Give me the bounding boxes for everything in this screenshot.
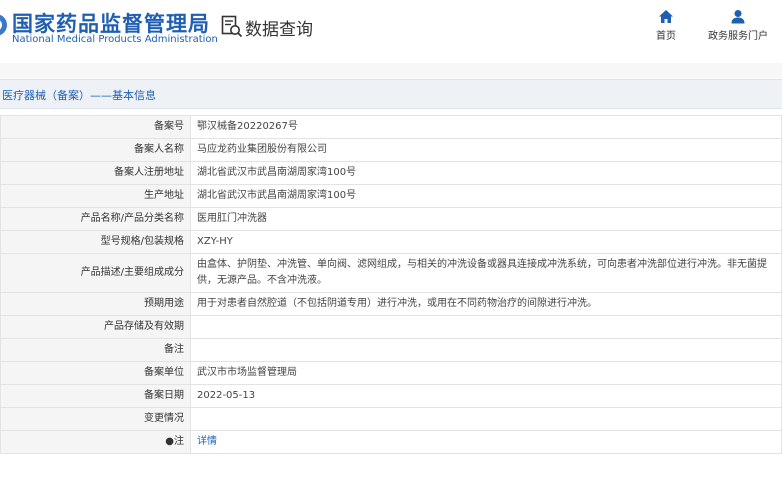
field-value: 湖北省武汉市武昌南湖周家湾100号 [190,184,782,208]
field-value [190,338,782,362]
nav-portal-label: 政务服务门户 [708,31,768,42]
emblem-icon [0,14,7,36]
field-value: 湖北省武汉市武昌南湖周家湾100号 [190,161,782,185]
table-row: 备案人注册地址 湖北省武汉市武昌南湖周家湾100号 [0,161,782,185]
table-row: 变更情况 [0,407,782,431]
user-icon [731,10,745,24]
home-icon [659,10,673,23]
details-link[interactable]: 详情 [197,436,217,447]
field-label: 生产地址 [0,184,191,208]
field-label: 产品存储及有效期 [0,315,191,339]
nav-service-portal[interactable]: 政务服务门户 [702,9,774,42]
table-row: 型号规格/包装规格 XZY-HY [0,230,782,254]
nav-home-label: 首页 [656,31,676,42]
field-label: 备案人名称 [0,138,191,162]
table-row: 产品名称/产品分类名称 医用肛门冲洗器 [0,207,782,231]
field-label: 型号规格/包装规格 [0,230,191,254]
field-value: 由盒体、护阴垫、冲洗管、单向阀、滤网组成，与相关的冲洗设备或器具连接成冲洗系统，… [190,253,782,293]
note-label: 注 [174,436,184,447]
field-label: 变更情况 [0,407,191,431]
field-label: 备案号 [0,115,191,139]
breadcrumb: 医疗器械（备案）——基本信息 [0,79,782,109]
table-row: 产品存储及有效期 [0,315,782,339]
record-detail-table: 备案号 鄂汉械备20220267号 备案人名称 马应龙药业集团股份有限公司 备案… [0,115,782,454]
table-row: 备案号 鄂汉械备20220267号 [0,115,782,139]
table-row: ●注 详情 [0,430,782,454]
field-value: XZY-HY [190,230,782,254]
field-value: 用于对患者自然腔道（不包括阴道专用）进行冲洗，或用在不同药物治疗的间隙进行冲洗。 [190,292,782,316]
breadcrumb-text[interactable]: 医疗器械（备案）——基本信息 [2,87,156,103]
table-row: 产品描述/主要组成成分 由盒体、护阴垫、冲洗管、单向阀、滤网组成，与相关的冲洗设… [0,253,782,293]
site-title-en[interactable]: National Medical Products Administration [12,34,218,45]
field-label: 备案单位 [0,361,191,385]
field-label: 备案人注册地址 [0,161,191,185]
field-label: 产品名称/产品分类名称 [0,207,191,231]
field-value: 马应龙药业集团股份有限公司 [190,138,782,162]
field-label: 备案日期 [0,384,191,408]
field-label: 预期用途 [0,292,191,316]
field-label: 产品描述/主要组成成分 [0,253,191,293]
field-value [190,315,782,339]
site-header: 国家药品监督管理局 National Medical Products Admi… [0,0,782,60]
note-marker-icon: ● [165,436,174,447]
table-row: 生产地址 湖北省武汉市武昌南湖周家湾100号 [0,184,782,208]
nav-home[interactable]: 首页 [650,9,682,42]
field-value: 鄂汉械备20220267号 [190,115,782,139]
field-value [190,407,782,431]
table-row: 备案单位 武汉市市场监督管理局 [0,361,782,385]
table-row: 备注 [0,338,782,362]
field-value: 2022-05-13 [190,384,782,408]
field-value: 医用肛门冲洗器 [190,207,782,231]
data-query-label: 数据查询 [245,19,313,40]
field-label: ●注 [0,430,191,454]
field-value: 详情 [190,430,782,454]
table-row: 预期用途 用于对患者自然腔道（不包括阴道专用）进行冲洗，或用在不同药物治疗的间隙… [0,292,782,316]
header-separator [0,63,782,78]
document-search-icon [221,15,243,38]
data-query-title: 数据查询 [221,14,313,40]
field-value: 武汉市市场监督管理局 [190,361,782,385]
field-label: 备注 [0,338,191,362]
table-row: 备案人名称 马应龙药业集团股份有限公司 [0,138,782,162]
table-row: 备案日期 2022-05-13 [0,384,782,408]
